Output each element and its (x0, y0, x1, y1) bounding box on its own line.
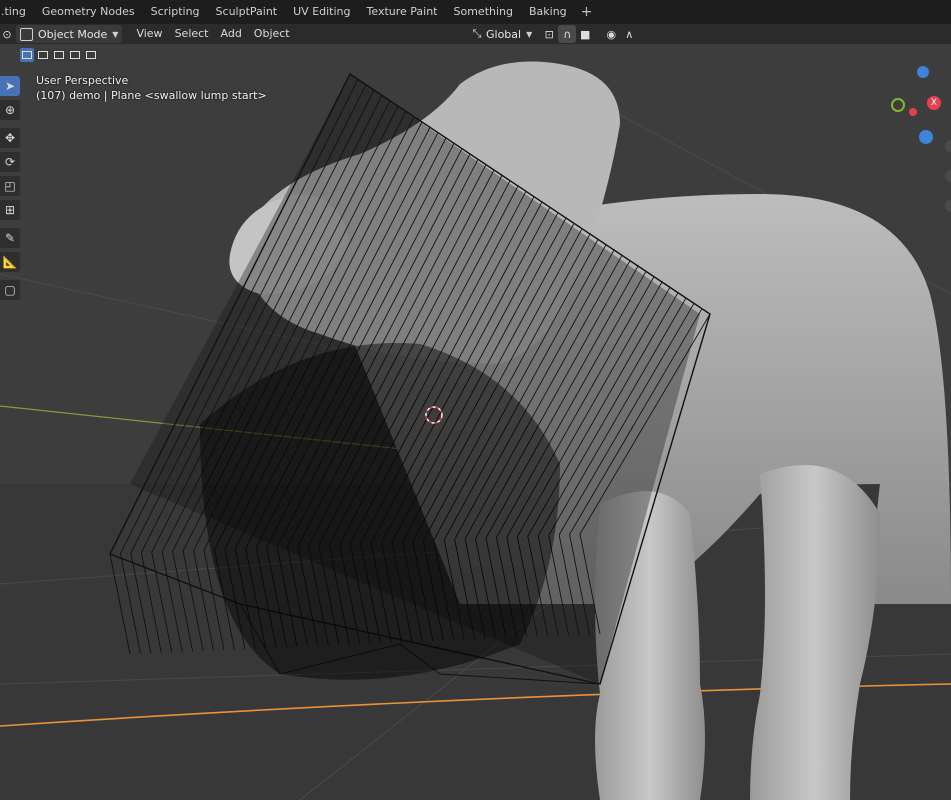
select-subtract-icon[interactable] (52, 48, 66, 62)
tab-scripting[interactable]: Scripting (143, 0, 208, 24)
snap-target-icon[interactable]: ■ (576, 25, 594, 43)
transform-controls: ⤡ Global ▼ ⊡ ∩ ■ ◉ ∧ (468, 25, 638, 43)
menu-select[interactable]: Select (169, 25, 215, 43)
select-invert-icon[interactable] (68, 48, 82, 62)
tab-uv-editing[interactable]: UV Editing (285, 0, 358, 24)
viewport-canvas (0, 61, 951, 800)
tab-something[interactable]: Something (446, 0, 522, 24)
select-intersect-icon[interactable] (84, 48, 98, 62)
move-tool-icon[interactable]: ✥ (0, 128, 20, 148)
snap-icon[interactable]: ∩ (558, 25, 577, 43)
editor-type-icon[interactable]: ⊙ (0, 25, 14, 43)
tool-shelf: ➤ ⊕ ✥ ⟳ ◰ ⊞ ✎ 📐 ▢ (0, 76, 22, 304)
add-workspace-button[interactable]: + (575, 0, 599, 24)
object-mode-icon (20, 27, 33, 41)
select-box-tool-icon[interactable]: ➤ (0, 76, 20, 96)
scale-tool-icon[interactable]: ◰ (0, 176, 20, 196)
sidebar-tab-2[interactable] (945, 170, 951, 182)
mode-selector[interactable]: Object Mode ▼ (16, 25, 123, 43)
menu-add[interactable]: Add (215, 25, 248, 43)
view-name: User Perspective (36, 74, 129, 87)
cursor-tool-icon[interactable]: ⊕ (0, 100, 20, 120)
falloff-icon[interactable]: ∧ (620, 25, 638, 43)
tab-baking[interactable]: Baking (521, 0, 575, 24)
measure-tool-icon[interactable]: 📐 (0, 252, 20, 272)
sidebar-tab-1[interactable] (945, 140, 951, 152)
annotate-tool-icon[interactable]: ✎ (0, 228, 20, 248)
sidebar-toggles (945, 140, 951, 230)
menu-object[interactable]: Object (248, 25, 296, 43)
orientation-icon: ⤡ (472, 27, 482, 40)
tab-modeling-partial[interactable]: ...ting (0, 0, 34, 24)
gizmo-neg-z-dot[interactable] (919, 130, 933, 144)
chevron-down-icon: ▼ (526, 29, 533, 39)
orientation-label[interactable]: Global (486, 28, 521, 41)
proportional-edit-icon[interactable]: ◉ (602, 25, 620, 43)
object-info: (107) demo | Plane <swallow lump start> (36, 89, 267, 102)
navigation-gizmo[interactable]: X (891, 66, 951, 150)
rotate-tool-icon[interactable]: ⟳ (0, 152, 20, 172)
gizmo-x-label: X (930, 98, 938, 108)
gizmo-z-axis-dot[interactable] (917, 66, 929, 78)
transform-tool-icon[interactable]: ⊞ (0, 200, 20, 220)
gizmo-x-axis-dot[interactable]: X (927, 96, 941, 110)
tab-geometry-nodes[interactable]: Geometry Nodes (34, 0, 143, 24)
select-extend-icon[interactable] (36, 48, 50, 62)
select-new-icon[interactable] (20, 48, 34, 62)
menu-view[interactable]: View (130, 25, 168, 43)
pivot-icon[interactable]: ⊡ (540, 25, 558, 43)
add-cube-tool-icon[interactable]: ▢ (0, 280, 20, 300)
sidebar-tab-3[interactable] (945, 200, 951, 212)
viewport-info: User Perspective (107) demo | Plane <swa… (36, 73, 267, 103)
workspace-tabs: ...ting Geometry Nodes Scripting SculptP… (0, 0, 951, 24)
tab-sculptpaint[interactable]: SculptPaint (208, 0, 286, 24)
tab-texture-paint[interactable]: Texture Paint (359, 0, 446, 24)
mode-label: Object Mode (38, 27, 108, 41)
gizmo-y-axis-dot[interactable] (891, 98, 905, 112)
3d-viewport[interactable] (0, 44, 951, 800)
selection-mode-buttons (20, 48, 100, 62)
chevron-down-icon: ▼ (112, 29, 119, 39)
viewport-header: ⊙ Object Mode ▼ View Select Add Object ⤡… (0, 24, 951, 44)
gizmo-neg-y-dot[interactable] (909, 108, 917, 116)
